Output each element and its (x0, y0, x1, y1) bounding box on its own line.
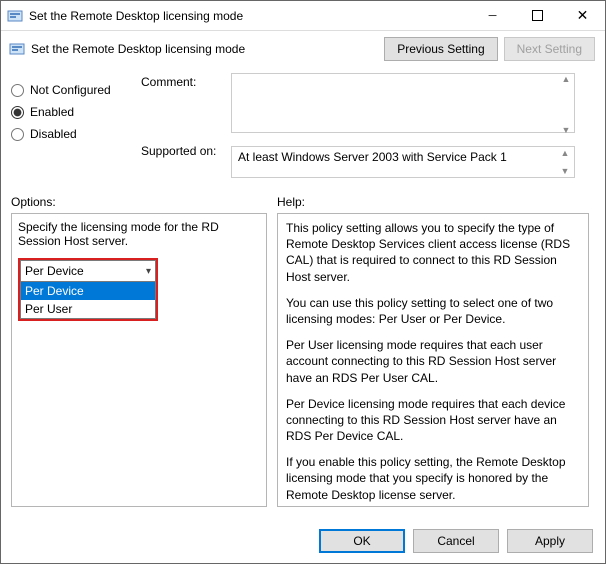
cancel-button[interactable]: Cancel (413, 529, 499, 553)
panels: Specify the licensing mode for the RD Se… (1, 213, 605, 507)
licensing-mode-dropdown: Per Device Per User (20, 282, 156, 319)
supported-on-label: Supported on: (141, 144, 216, 158)
radio-label: Disabled (30, 127, 77, 141)
licensing-mode-combo-highlight: Per Device ▾ Per Device Per User (18, 258, 158, 321)
config-area: Not Configured Enabled Disabled Comment:… (1, 69, 605, 178)
policy-icon (7, 8, 23, 24)
options-panel: Specify the licensing mode for the RD Se… (11, 213, 267, 507)
radio-not-configured[interactable]: Not Configured (11, 83, 141, 97)
help-text: Per Device licensing mode requires that … (286, 396, 582, 445)
options-instruction: Specify the licensing mode for the RD Se… (18, 220, 260, 248)
chevron-down-icon: ▾ (146, 266, 151, 277)
policy-icon (9, 41, 25, 57)
prev-setting-button[interactable]: Previous Setting (384, 37, 497, 61)
titlebar: Set the Remote Desktop licensing mode (1, 1, 605, 31)
dropdown-item-per-device[interactable]: Per Device (21, 282, 155, 300)
radio-input-disabled[interactable] (11, 128, 24, 141)
apply-button[interactable]: Apply (507, 529, 593, 553)
help-text: This policy setting allows you to specif… (286, 220, 582, 285)
scroll-up-icon[interactable]: ▲ (559, 74, 573, 84)
help-panel: This policy setting allows you to specif… (277, 213, 589, 507)
ok-button[interactable]: OK (319, 529, 405, 553)
header-row: Set the Remote Desktop licensing mode Pr… (1, 31, 605, 69)
maximize-button[interactable] (515, 1, 560, 31)
radio-enabled[interactable]: Enabled (11, 105, 141, 119)
policy-title: Set the Remote Desktop licensing mode (31, 42, 378, 56)
help-text: Per User licensing mode requires that ea… (286, 337, 582, 386)
button-bar: OK Cancel Apply (319, 529, 593, 553)
options-header: Options: (11, 195, 277, 209)
licensing-mode-combo[interactable]: Per Device ▾ (20, 260, 156, 282)
window-controls (470, 1, 605, 31)
scroll-down-icon[interactable]: ▼ (558, 166, 572, 176)
radio-input-enabled[interactable] (11, 106, 24, 119)
close-button[interactable] (560, 1, 605, 31)
comment-field[interactable] (231, 73, 575, 133)
scroll-down-icon[interactable]: ▼ (559, 125, 573, 135)
radio-input-not-configured[interactable] (11, 84, 24, 97)
supported-on-value: At least Windows Server 2003 with Servic… (238, 150, 507, 164)
dropdown-item-per-user[interactable]: Per User (21, 300, 155, 318)
help-text: You can use this policy setting to selec… (286, 295, 582, 327)
divider (11, 186, 595, 187)
policy-editor-window: Set the Remote Desktop licensing mode Se… (0, 0, 606, 564)
supported-on-field: At least Windows Server 2003 with Servic… (231, 146, 575, 178)
radio-disabled[interactable]: Disabled (11, 127, 141, 141)
section-headers: Options: Help: (1, 195, 605, 209)
radio-label: Enabled (30, 105, 74, 119)
combo-selected-value: Per Device (25, 264, 84, 278)
next-setting-button: Next Setting (504, 37, 595, 61)
minimize-button[interactable] (470, 1, 515, 31)
window-title: Set the Remote Desktop licensing mode (29, 9, 470, 23)
help-text: If you enable this policy setting, the R… (286, 454, 582, 503)
state-radios: Not Configured Enabled Disabled (11, 73, 141, 178)
radio-label: Not Configured (30, 83, 111, 97)
comment-label: Comment: (141, 75, 196, 89)
help-header: Help: (277, 195, 305, 209)
scroll-up-icon[interactable]: ▲ (558, 148, 572, 158)
